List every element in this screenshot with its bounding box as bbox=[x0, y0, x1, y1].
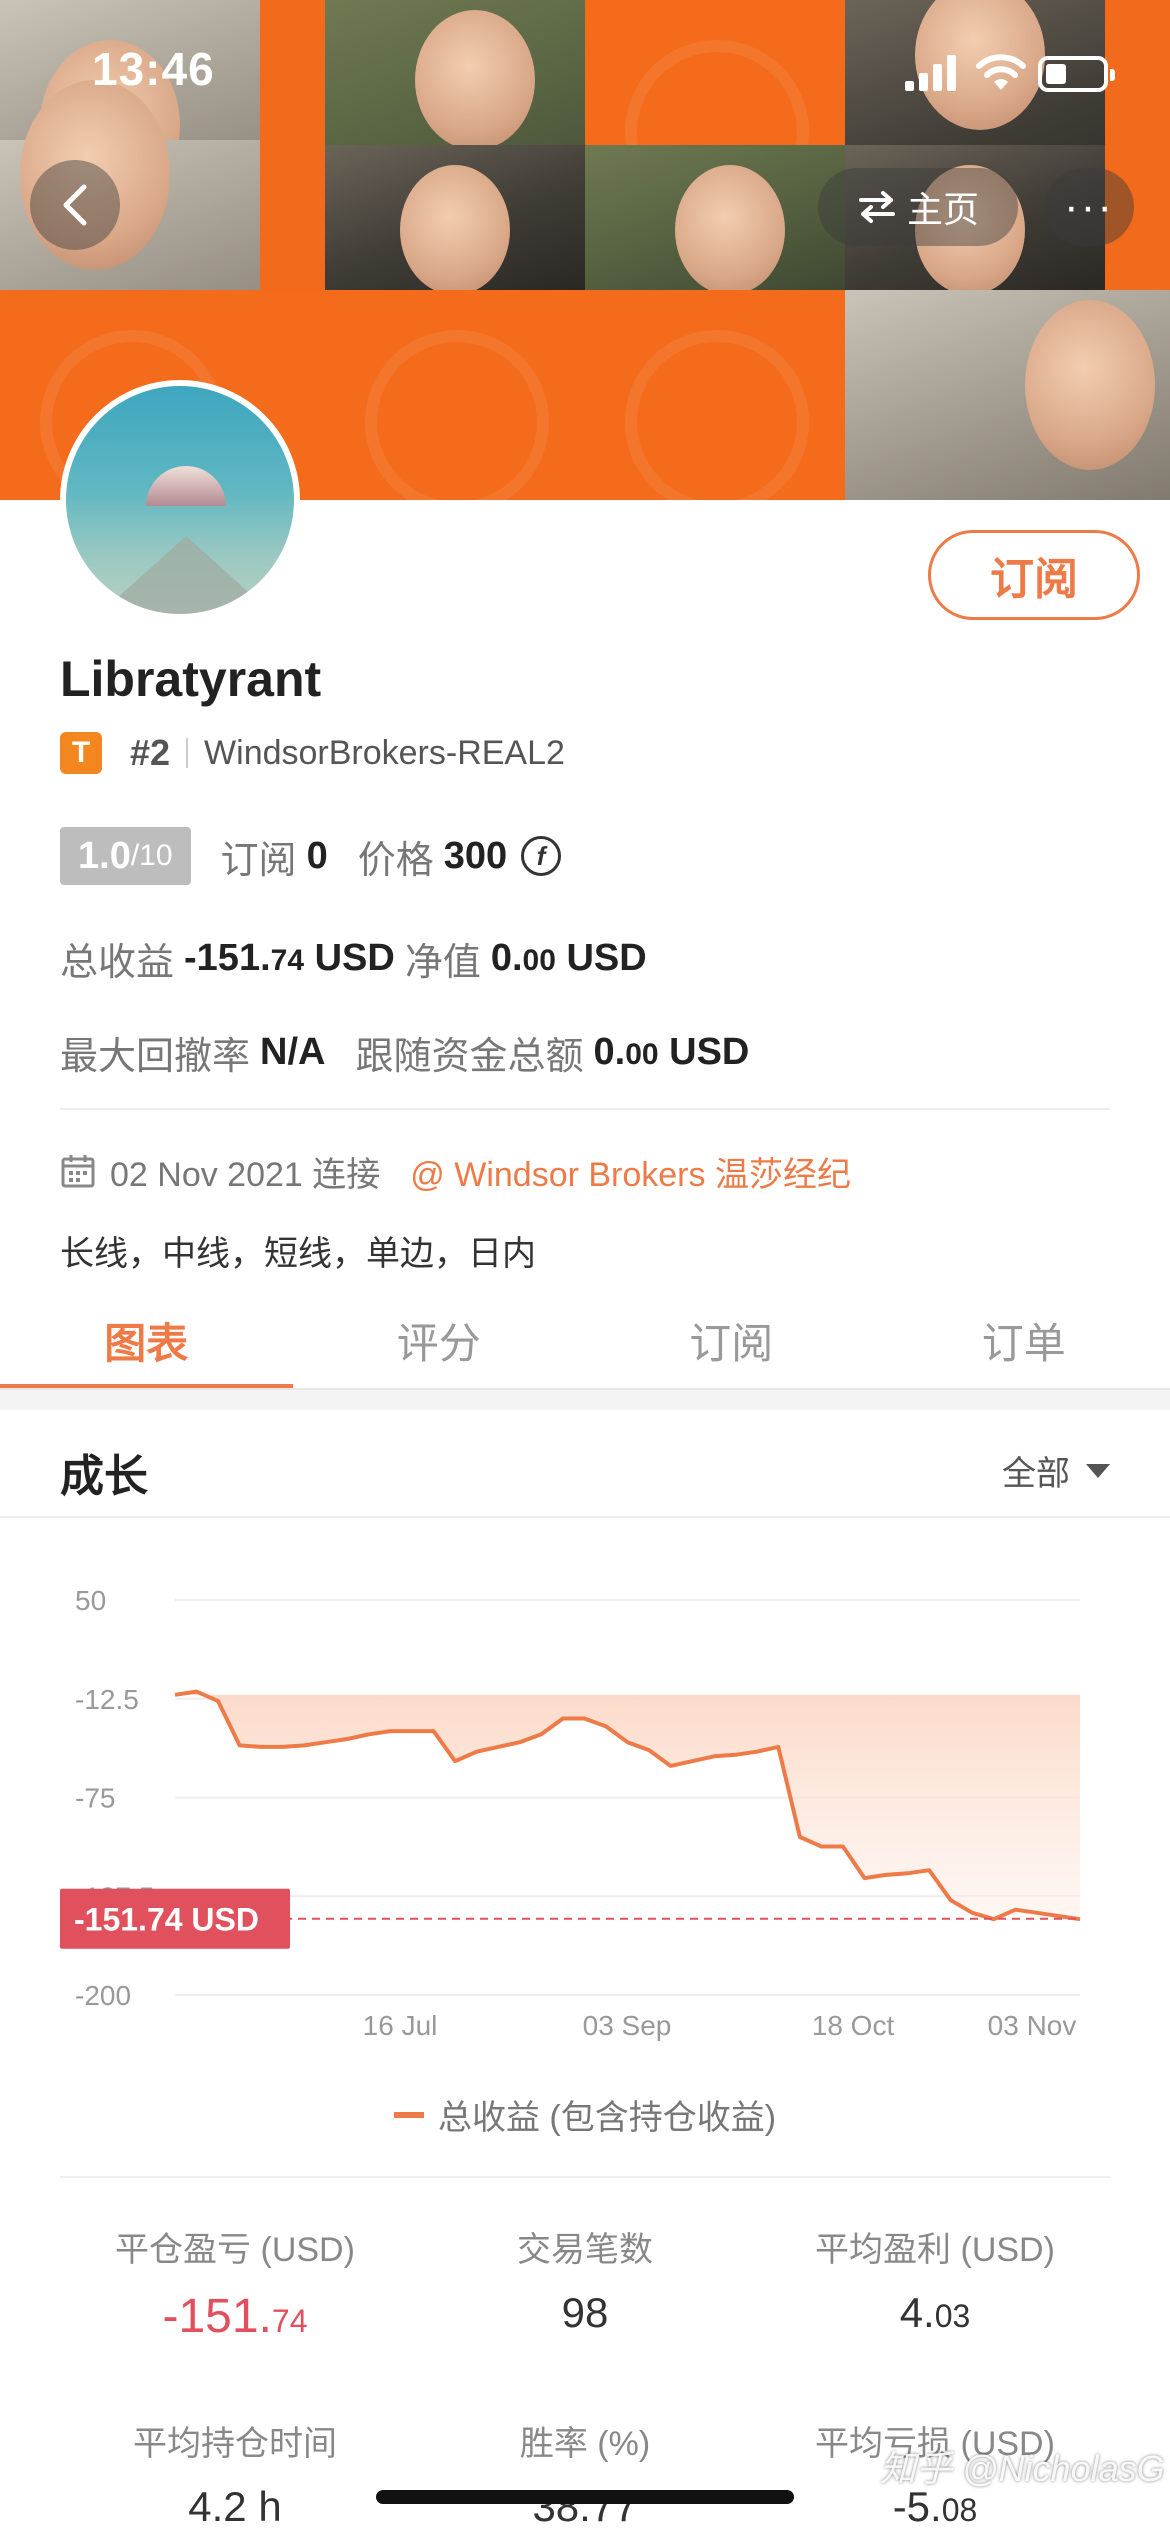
summary-label: 平均盈利 (USD) bbox=[815, 2231, 1055, 2269]
section-gap bbox=[0, 1390, 1170, 1410]
broker-link[interactable]: @ Windsor Brokers 温莎经纪 bbox=[410, 1147, 851, 1196]
range-select[interactable]: 全部 bbox=[1002, 1446, 1110, 1495]
summary-value: 4.2 h bbox=[188, 2483, 282, 2530]
price-value: 300 bbox=[443, 834, 508, 877]
join-date: 02 Nov 2021 连接 bbox=[110, 1155, 381, 1194]
rank-value: #2 bbox=[130, 732, 171, 773]
follow-funds-value: 0.00 USD bbox=[593, 1030, 750, 1073]
watermark: 知乎 @NicholasG bbox=[880, 2448, 1165, 2489]
stats-row-drawdown: 最大回撤率 N/A 跟随资金总额 0.00 USD bbox=[60, 1022, 779, 1082]
price-label: 价格 bbox=[357, 839, 434, 882]
summary-cell-avg-hold-time: 平均持仓时间 4.2 h bbox=[60, 2416, 410, 2531]
chart-x-tick-label: 03 Sep bbox=[583, 2010, 672, 2041]
tab-subscriptions[interactable]: 订阅 bbox=[585, 1290, 878, 1390]
triangle-down-icon bbox=[1086, 1463, 1110, 1478]
summary-label: 平均持仓时间 bbox=[133, 2425, 337, 2463]
chart-current-value-label: -151.74 USD bbox=[60, 1888, 290, 1949]
summary-cell-closed-pnl: 平仓盈亏 (USD) -151.74 bbox=[60, 2222, 410, 2344]
status-bar: 13:46 bbox=[0, 0, 1170, 140]
chart-legend: 总收益 (包含持仓收益) bbox=[0, 2090, 1170, 2139]
chart-x-tick-label: 18 Oct bbox=[812, 2010, 895, 2041]
separator bbox=[186, 738, 189, 768]
profile-name: Libratyrant bbox=[60, 651, 322, 707]
subscriptions-value: 0 bbox=[306, 834, 328, 877]
tab-rating[interactable]: 评分 bbox=[293, 1290, 586, 1390]
max-drawdown-value: N/A bbox=[260, 1030, 326, 1073]
chart-x-tick-label: 16 Jul bbox=[363, 2010, 438, 2041]
net-value-value: 0.00 USD bbox=[490, 936, 647, 979]
chart-area-fill bbox=[175, 1691, 1080, 1920]
signal-icon bbox=[905, 55, 956, 91]
join-row: 02 Nov 2021 连接 @ Windsor Brokers 温莎经纪 bbox=[60, 1144, 851, 1198]
growth-chart[interactable]: 50-12.5-75-137.5-200 16 Jul03 Sep18 Oct0… bbox=[0, 1530, 1170, 2050]
chevron-left-icon bbox=[63, 184, 87, 226]
summary-value: -151.74 bbox=[162, 2290, 308, 2343]
follow-funds-label: 跟随资金总额 bbox=[355, 1035, 584, 1078]
subscribe-button[interactable]: 订阅 bbox=[928, 530, 1140, 620]
growth-chart-svg: 50-12.5-75-137.5-200 16 Jul03 Sep18 Oct0… bbox=[60, 1585, 1081, 2041]
score-value: 1.0 bbox=[78, 834, 131, 877]
subscriptions-label: 订阅 bbox=[220, 839, 297, 882]
calendar-icon bbox=[61, 1155, 95, 1188]
total-profit-label: 总收益 bbox=[60, 941, 175, 984]
tab-bar: 图表 评分 订阅 订单 bbox=[0, 1290, 1170, 1390]
summary-cell-avg-profit: 平均盈利 (USD) 4.03 bbox=[760, 2222, 1110, 2337]
total-profit-value: -151.74 USD bbox=[184, 936, 395, 979]
rank-row: T #2 WindsorBrokers-REAL2 bbox=[60, 728, 565, 778]
chart-x-tick-label: 03 Nov bbox=[988, 2010, 1077, 2041]
summary-cell-win-rate: 胜率 (%) 38.77 bbox=[410, 2416, 760, 2531]
home-button[interactable]: 主页 bbox=[818, 168, 1018, 246]
coin-icon: f bbox=[521, 836, 562, 876]
stats-row-profit: 总收益 -151.74 USD 净值 0.00 USD bbox=[60, 928, 677, 988]
more-button[interactable]: ··· bbox=[1044, 168, 1134, 246]
broker-account: WindsorBrokers-REAL2 bbox=[204, 733, 565, 772]
summary-cell-trade-count: 交易笔数 98 bbox=[410, 2222, 760, 2337]
score-max: /10 bbox=[130, 839, 173, 872]
banner-orange-tile bbox=[325, 290, 585, 500]
tab-orders[interactable]: 订单 bbox=[878, 1290, 1170, 1390]
divider bbox=[60, 2176, 1110, 2178]
tab-chart[interactable]: 图表 bbox=[0, 1290, 293, 1390]
summary-label: 胜率 (%) bbox=[519, 2425, 651, 2463]
net-value-label: 净值 bbox=[404, 941, 481, 984]
status-time: 13:46 bbox=[92, 43, 215, 95]
legend-swatch bbox=[393, 2111, 424, 2118]
banner-photo-tile bbox=[845, 290, 1170, 500]
range-select-label: 全部 bbox=[1002, 1455, 1070, 1493]
divider bbox=[60, 1108, 1110, 1110]
banner-photo-tile bbox=[325, 145, 585, 295]
home-indicator[interactable] bbox=[376, 2490, 794, 2504]
growth-title: 成长 bbox=[60, 1452, 148, 1501]
summary-label: 平仓盈亏 (USD) bbox=[115, 2231, 355, 2269]
chart-y-tick-label: 50 bbox=[75, 1585, 106, 1616]
chart-x-axis: 16 Jul 03 Sep 18 Oct 03 Nov bbox=[363, 2010, 1077, 2041]
chart-y-tick-label: -12.5 bbox=[75, 1684, 139, 1715]
score-badge: 1.0 /10 bbox=[60, 827, 191, 885]
home-button-label: 主页 bbox=[906, 189, 979, 230]
stats-row-score: 1.0 /10 订阅 0 价格 300 f bbox=[60, 826, 562, 886]
banner-orange-tile bbox=[585, 290, 845, 500]
switch-arrows-icon bbox=[858, 191, 895, 223]
more-dots-icon: ··· bbox=[1064, 182, 1114, 231]
legend-label: 总收益 (包含持仓收益) bbox=[437, 2099, 777, 2137]
banner-photo-tile bbox=[585, 145, 845, 295]
wifi-icon bbox=[976, 54, 1026, 90]
chart-current-value-text: -151.74 USD bbox=[74, 1902, 259, 1938]
summary-value: 4.03 bbox=[899, 2289, 971, 2336]
chart-y-tick-label: -75 bbox=[75, 1783, 115, 1814]
avatar[interactable] bbox=[60, 380, 300, 620]
summary-label: 交易笔数 bbox=[517, 2231, 653, 2269]
strategy-tags: 长线，中线，短线，单边，日内 bbox=[60, 1235, 536, 1273]
chart-y-tick-label: -200 bbox=[75, 1980, 131, 2011]
back-button[interactable] bbox=[30, 160, 120, 250]
summary-value: 98 bbox=[561, 2289, 609, 2336]
battery-icon bbox=[1038, 56, 1115, 92]
growth-header: 成长 全部 bbox=[0, 1410, 1170, 1518]
max-drawdown-label: 最大回撤率 bbox=[60, 1035, 251, 1078]
trader-badge-icon: T bbox=[60, 732, 102, 774]
